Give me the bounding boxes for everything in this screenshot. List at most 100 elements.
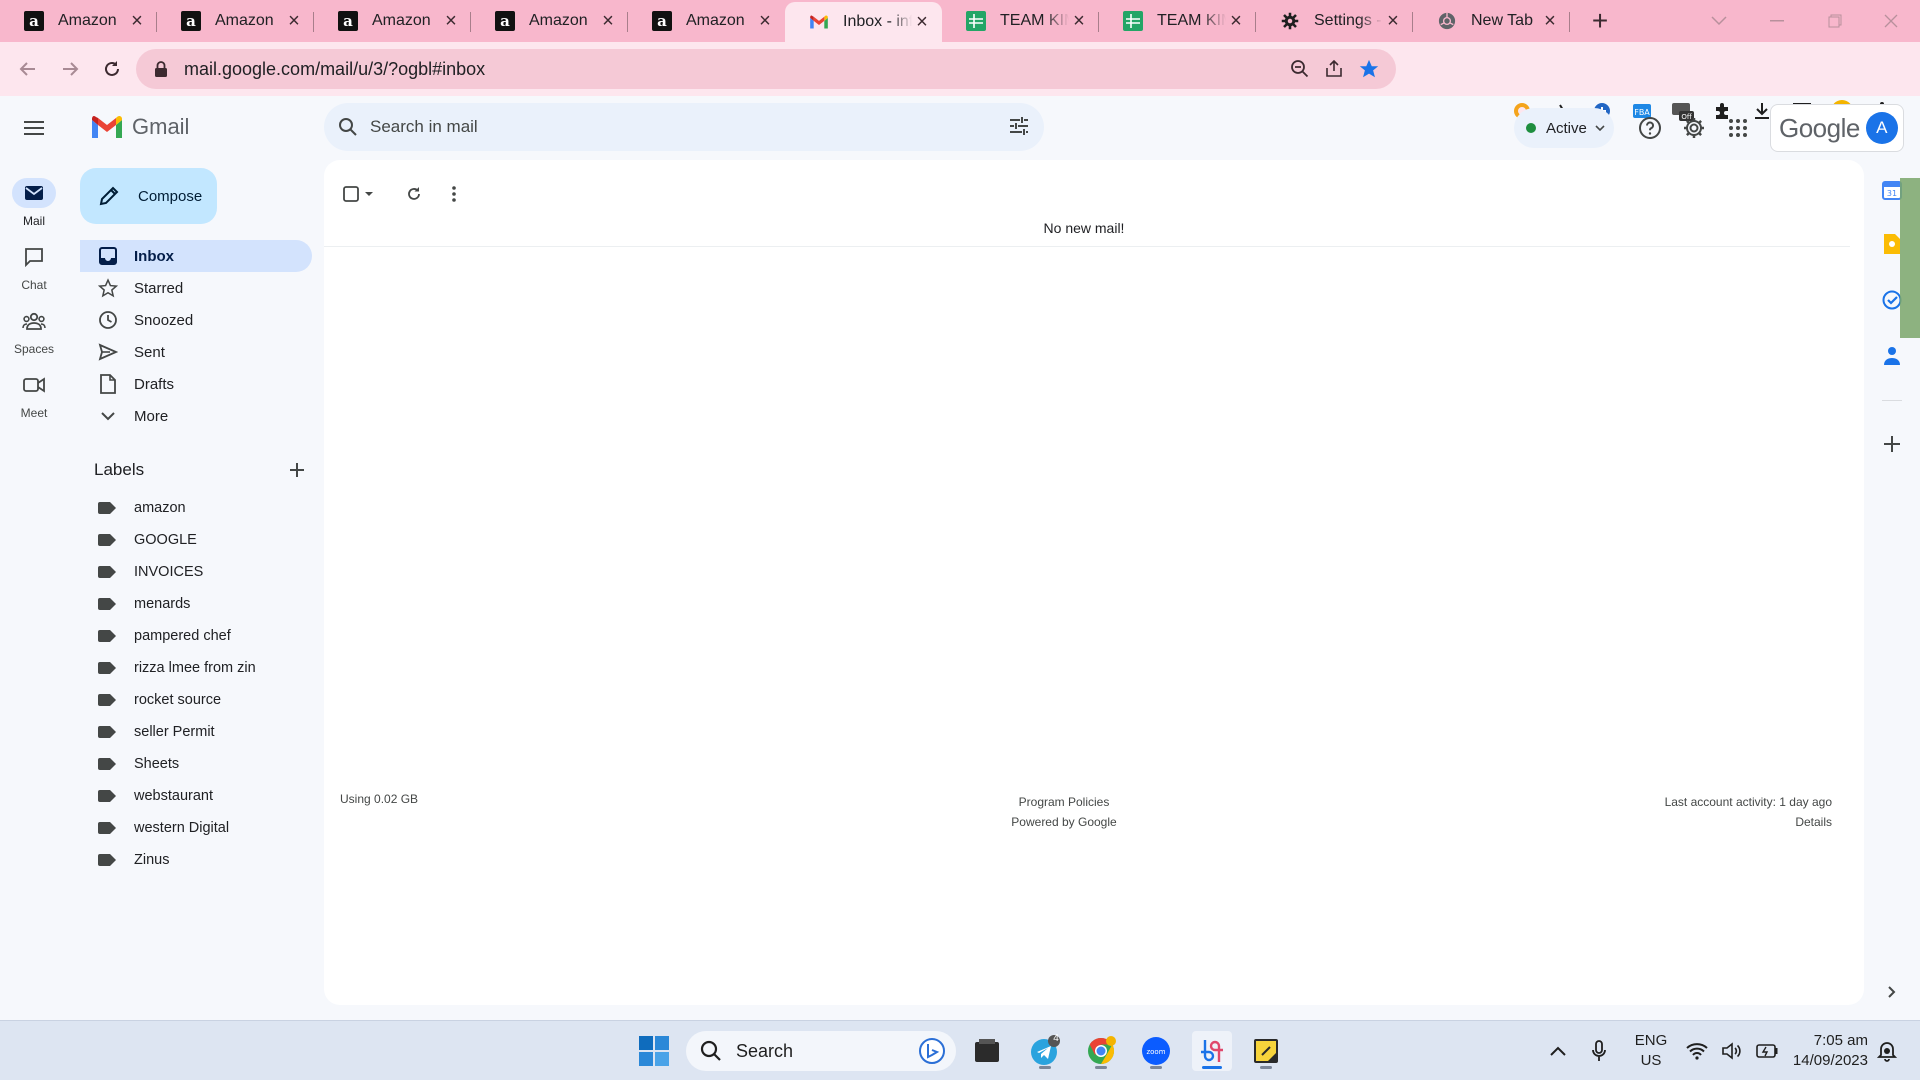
label-item[interactable]: pampered chef [98,622,231,650]
taskbar-search[interactable]: Search [686,1031,956,1071]
settings-button[interactable] [1678,112,1710,144]
label-name: INVOICES [134,564,204,580]
main-menu-button[interactable] [14,108,54,148]
status-selector[interactable]: Active [1514,108,1614,148]
taskbar-clock[interactable]: 7:05 am 14/09/2023 [1782,1031,1868,1071]
close-icon[interactable]: × [1540,10,1560,32]
close-icon[interactable]: × [912,11,932,33]
nav-item-starred[interactable]: Starred [80,272,312,304]
chevron-up-icon[interactable] [1550,1046,1566,1056]
close-window-button[interactable] [1862,0,1920,42]
label-item[interactable]: rocket source [98,686,221,714]
input-language[interactable]: ENG US [1634,1031,1668,1071]
close-icon[interactable]: × [1383,10,1403,32]
close-icon[interactable]: × [284,10,304,32]
taskbar-snipping-tool[interactable] [1192,1031,1232,1071]
chrome-icon [1437,11,1457,31]
close-icon[interactable]: × [127,10,147,32]
google-account-box[interactable]: Google A [1770,104,1904,152]
browser-tab[interactable]: TEAM KIM× [1099,0,1256,42]
nav-item-inbox[interactable]: Inbox [80,240,312,272]
refresh-button[interactable] [394,174,434,214]
nav-label: Drafts [134,375,175,393]
rail-item-meet[interactable]: Meet [0,370,68,420]
browser-tab[interactable]: a Amazon × [314,0,471,42]
browser-tab[interactable]: Inbox - info× [785,2,942,42]
browser-tab[interactable]: TEAM KIM× [942,0,1099,42]
notifications-button[interactable] [1872,1031,1902,1071]
browser-tab[interactable]: New Tab × [1413,0,1570,42]
label-name: GOOGLE [134,532,197,548]
taskbar-file-explorer[interactable] [967,1031,1007,1071]
browser-tab[interactable]: Settings - R× [1256,0,1413,42]
tab-title: TEAM KIM [1157,12,1226,29]
start-button[interactable] [634,1031,674,1071]
support-button[interactable] [1634,112,1666,144]
rail-item-mail[interactable]: Mail [0,178,68,228]
program-policies-link[interactable]: Program Policies [944,792,1184,812]
label-item[interactable]: menards [98,590,190,618]
address-bar[interactable]: mail.google.com/mail/u/3/?ogbl#inbox [136,49,1396,89]
compose-label: Compose [138,187,203,205]
close-icon[interactable]: × [1226,10,1246,32]
taskbar-chrome[interactable] [1081,1031,1121,1071]
account-avatar[interactable]: A [1865,112,1898,144]
label-item[interactable]: rizza lmee from zin [98,654,256,682]
gmail-logo[interactable]: Gmail [90,114,189,140]
select-all-checkbox[interactable] [338,174,378,214]
label-item[interactable]: GOOGLE [98,526,197,554]
close-icon[interactable]: × [598,10,618,32]
zoom-icon[interactable] [1290,59,1310,79]
search-input[interactable] [370,117,970,137]
hide-side-panel-button[interactable] [1878,978,1906,1006]
close-icon[interactable]: × [441,10,461,32]
browser-tab[interactable]: a Amazon × [157,0,314,42]
floating-widget-edge[interactable] [1900,178,1920,338]
restore-button[interactable] [1806,0,1864,42]
get-addons-button[interactable] [1878,430,1906,458]
label-item[interactable]: Zinus [98,846,169,874]
more-actions-button[interactable] [434,174,474,214]
label-item[interactable]: western Digital [98,814,229,842]
label-item[interactable]: INVOICES [98,558,203,586]
nav-item-more[interactable]: More [80,400,312,432]
forward-button[interactable] [54,53,86,85]
rail-item-chat[interactable]: Chat [0,242,68,292]
share-icon[interactable] [1324,59,1344,79]
rail-item-spaces[interactable]: Spaces [0,306,68,356]
browser-tab[interactable]: a Amazon × [471,0,628,42]
browser-tab[interactable]: a Amazon × [0,0,157,42]
close-icon[interactable]: × [755,10,775,32]
create-label-button[interactable] [290,463,304,477]
quick-settings[interactable] [1686,1021,1778,1080]
browser-tab[interactable]: a Amazon × [628,0,785,42]
search-options-icon[interactable] [1008,115,1030,137]
search-icon[interactable] [336,115,360,139]
mail-search-bar[interactable] [324,103,1044,151]
close-icon[interactable]: × [1069,10,1089,32]
taskbar-sticky-notes[interactable] [1246,1031,1286,1071]
new-tab-button[interactable]: + [1578,0,1622,42]
tab-search-button[interactable] [1690,0,1748,42]
back-button[interactable] [12,53,44,85]
nav-item-drafts[interactable]: Drafts [80,368,312,400]
label-item[interactable]: webstaurant [98,782,213,810]
taskbar-telegram[interactable]: 4 [1025,1031,1065,1071]
label-item[interactable]: Sheets [98,750,179,778]
label-item[interactable]: amazon [98,494,186,522]
minimize-button[interactable] [1748,0,1806,42]
gmail-m-icon [92,115,122,138]
compose-button[interactable]: Compose [80,168,217,224]
label-item[interactable]: seller Permit [98,718,215,746]
google-apps-button[interactable] [1722,112,1754,144]
nav-item-snoozed[interactable]: Snoozed [80,304,312,336]
microphone-icon[interactable] [1592,1040,1606,1062]
reload-button[interactable] [96,53,128,85]
details-link[interactable]: Details [1665,812,1832,832]
nav-item-sent[interactable]: Sent [80,336,312,368]
clock-icon [98,310,118,330]
storage-usage[interactable]: Using 0.02 GB [340,792,418,806]
contacts-icon[interactable] [1878,342,1906,370]
taskbar-zoom[interactable]: zoom [1136,1031,1176,1071]
bookmark-star-icon[interactable] [1358,58,1380,80]
